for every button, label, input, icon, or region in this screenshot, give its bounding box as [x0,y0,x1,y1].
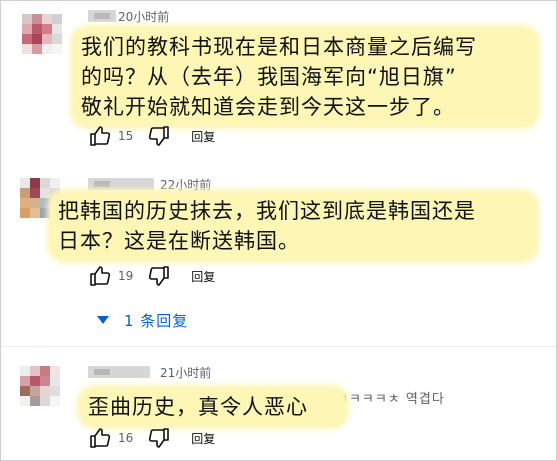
view-replies-button[interactable]: 1 条回复 [96,308,188,332]
avatar[interactable] [22,14,62,54]
comment-original-text: ㅋㅋㅋㅋㅊ 역겹다 [336,392,445,407]
translation-line: 我们的教科书现在是和日本商量之后编写 [81,35,477,59]
translation-line: 日本？这是在断送韩国。 [58,229,300,253]
comment-actions: 16 回复 [88,426,215,450]
comment-timestamp[interactable]: 20小时前 [118,10,169,24]
translation-line: 敬礼开始就知道会走到今天这一步了。 [81,95,455,119]
translation-overlay: 把韩国的历史抹去，我们这到底是韩国还是 日本？这是在断送韩国。 [52,194,534,258]
comment-actions: 19 回复 [88,264,215,288]
thumb-down-icon[interactable] [147,124,171,148]
reply-button[interactable]: 回复 [191,430,215,447]
translation-overlay: 歪曲历史，真令人恶心 [82,390,344,424]
translation-overlay: 我们的教科书现在是和日本商量之后编写 的吗？从（去年）我国海军向“旭日旗” 敬礼… [75,30,535,124]
thumb-up-icon[interactable] [88,264,112,288]
comment-timestamp[interactable]: 21小时前 [160,366,211,380]
like-count: 15 [118,129,134,143]
translation-line: 歪曲历史，真令人恶心 [88,395,308,419]
username[interactable] [88,366,150,378]
username[interactable] [88,178,154,190]
like-count: 16 [118,431,134,445]
divider [0,346,557,347]
comment-timestamp[interactable]: 22小时前 [160,178,211,192]
translation-line: 的吗？从（去年）我国海军向“旭日旗” [81,65,457,89]
reply-button[interactable]: 回复 [191,128,215,145]
thumb-up-icon[interactable] [88,426,112,450]
translation-line: 把韩国的历史抹去，我们这到底是韩国还是 [58,199,476,223]
thumb-up-icon[interactable] [88,124,112,148]
thumb-down-icon[interactable] [147,426,171,450]
username[interactable] [88,10,116,22]
like-count: 19 [118,269,134,283]
avatar[interactable] [20,366,60,406]
comment-actions: 15 回复 [88,124,215,148]
view-replies-label: 1 条回复 [124,311,189,330]
reply-button[interactable]: 回复 [191,268,215,285]
thumb-down-icon[interactable] [147,264,171,288]
chevron-down-icon [97,316,109,324]
